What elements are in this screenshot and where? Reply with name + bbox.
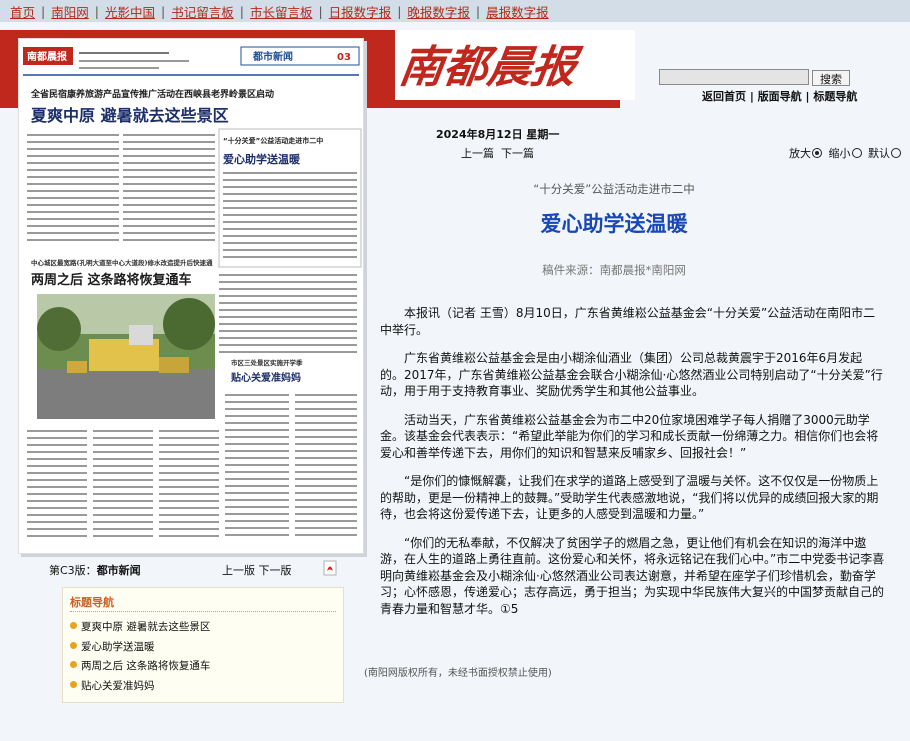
page-label: 第C3版：都市新闻 — [49, 564, 141, 577]
article-paragraph: 活动当天，广东省黄维崧公益基金会为市二中20位家境困难学子每人捐赠了3000元助… — [380, 412, 879, 460]
article-paragraph: “是你们的慷慨解囊，让我们在求学的道路上感受到了温暖与关怀。这不仅仅是一份物质上… — [380, 474, 879, 521]
quick-links: 返回首页 | 版面导航 | 标题导航 — [702, 90, 858, 103]
next-article-link[interactable]: 下一篇 — [501, 147, 534, 160]
nav-link[interactable]: 首页 — [4, 2, 41, 21]
article-body: 本报讯（记者 王雪）8月10日，广东省黄维崧公益基金会“十分关爱”公益活动在南阳… — [380, 305, 885, 629]
pdf-icon[interactable] — [322, 560, 338, 576]
paper-side-kicker: “十分关爱”公益活动走进市二中 — [223, 136, 323, 145]
page-name-link[interactable]: 都市新闻 — [97, 564, 141, 577]
page-pager: 上一版 下一版 — [222, 562, 292, 578]
back-home-link[interactable]: 返回首页 — [702, 90, 746, 103]
nav-link[interactable]: 晨报数字报 — [480, 2, 555, 21]
nav-link[interactable]: 市长留言板 — [244, 2, 319, 21]
title-navigation-box: 标题导航 夏爽中原 避暑就去这些景区 爱心助学送温暖 两周之后 这条路将恢复通车… — [62, 587, 344, 703]
zoom-in-label: 放大 — [789, 147, 811, 160]
paper-side-headline: 爱心助学送温暖 — [223, 152, 301, 166]
paper-section-tag: 都市新闻 — [252, 50, 293, 63]
nav-link[interactable]: 南阳网 — [45, 2, 95, 21]
bullet-icon — [70, 641, 77, 649]
title-nav-item[interactable]: 两周之后 这条路将恢复通车 — [70, 659, 210, 679]
article-paragraph: 本报讯（记者 王雪）8月10日，广东省黄维崧公益基金会“十分关爱”公益活动在南阳… — [380, 306, 876, 337]
title-nav-link[interactable]: 标题导航 — [813, 90, 857, 103]
title-nav-item[interactable]: 夏爽中原 避暑就去这些景区 — [70, 620, 210, 640]
paper-page-number: 03 — [337, 52, 351, 63]
copyright-notice: (南阳网版权所有，未经书面授权禁止使用) — [364, 668, 552, 679]
nav-link[interactable]: 书记留言板 — [165, 2, 240, 21]
article-paragraph: 广东省黄维崧公益基金会是由小糊涂仙酒业（集团）公司总裁黄震宇于2016年6月发起… — [380, 351, 883, 398]
paper-mid-headline: 两周之后 这条路将恢复通车 — [31, 272, 192, 288]
article-pager: 上一篇 下一篇 — [461, 145, 534, 161]
title-nav-item[interactable]: 贴心关爱准妈妈 — [70, 679, 210, 699]
article-kicker: “十分关爱”公益活动走进市二中 — [533, 182, 695, 196]
paper-masthead-name: 南都晨报 — [27, 50, 67, 63]
title-nav-divider — [70, 611, 336, 612]
zoom-default-label: 默认 — [868, 147, 890, 160]
article-paragraph: “你们的无私奉献，不仅解决了贫困学子的燃眉之急，更让他们有机会在知识的海洋中遨游… — [380, 535, 885, 616]
nav-link[interactable]: 光影中国 — [99, 2, 161, 21]
search-input[interactable] — [659, 69, 809, 85]
newspaper-page-preview[interactable]: 南都晨报 都市新闻 03 全省民宿康养旅游产品宣传推广活动在西峡县老界岭景区启动… — [18, 38, 364, 554]
title-nav-item[interactable]: 爱心助学送温暖 — [70, 640, 210, 660]
road-construction-photo — [37, 294, 215, 419]
zoom-default-radio[interactable] — [891, 148, 901, 158]
search-button[interactable]: 搜索 — [812, 70, 850, 86]
title-nav-list: 夏爽中原 避暑就去这些景区 爱心助学送温暖 两周之后 这条路将恢复通车 贴心关爱… — [70, 620, 210, 698]
bullet-icon — [70, 680, 77, 688]
prev-page-link[interactable]: 上一版 — [222, 564, 255, 577]
page-nav-link[interactable]: 版面导航 — [758, 90, 802, 103]
bullet-icon — [70, 661, 77, 668]
issue-date: 2024年8月12日 星期一 — [436, 128, 560, 141]
zoom-in-radio[interactable] — [812, 148, 822, 158]
font-size-controls: 放大 缩小 默认 — [789, 145, 904, 161]
paper-left-text — [27, 134, 215, 241]
top-navigation: 首页 | 南阳网 | 光影中国 | 书记留言板 | 市长留言板 | 日报数字报 | 晚报数字报 | 晨报数字… — [0, 0, 910, 22]
paper-mid-kicker: 中心城区最宽路(孔明大道至中心大道段)修水改造提升后快速通 — [31, 258, 213, 267]
nav-link[interactable]: 日报数字报 — [323, 2, 398, 21]
paper-top-banner: 全省民宿康养旅游产品宣传推广活动在西峡县老界岭景区启动 — [30, 88, 274, 100]
paper-small-kicker: 市区三处景区实施开学季 — [231, 358, 303, 367]
bullet-icon — [70, 622, 77, 629]
zoom-out-label: 缩小 — [828, 147, 851, 160]
article-source: 稿件来源：南都晨报*南阳网 — [542, 263, 686, 277]
nav-link[interactable]: 晚报数字报 — [401, 2, 476, 21]
zoom-out-radio[interactable] — [851, 148, 862, 158]
paper-lead-headline: 夏爽中原 避暑就去这些景区 — [30, 106, 229, 125]
next-page-link[interactable]: 下一版 — [259, 564, 292, 577]
paper-small-headline: 贴心关爱准妈妈 — [230, 371, 301, 384]
nandu-chenbao-logo: 南都晨报 — [395, 30, 635, 100]
title-nav-heading: 标题导航 — [70, 596, 114, 609]
logo-text: 南都晨报 — [396, 41, 585, 93]
article-headline: 爱心助学送温暖 — [540, 212, 688, 236]
prev-article-link[interactable]: 上一篇 — [461, 147, 494, 160]
